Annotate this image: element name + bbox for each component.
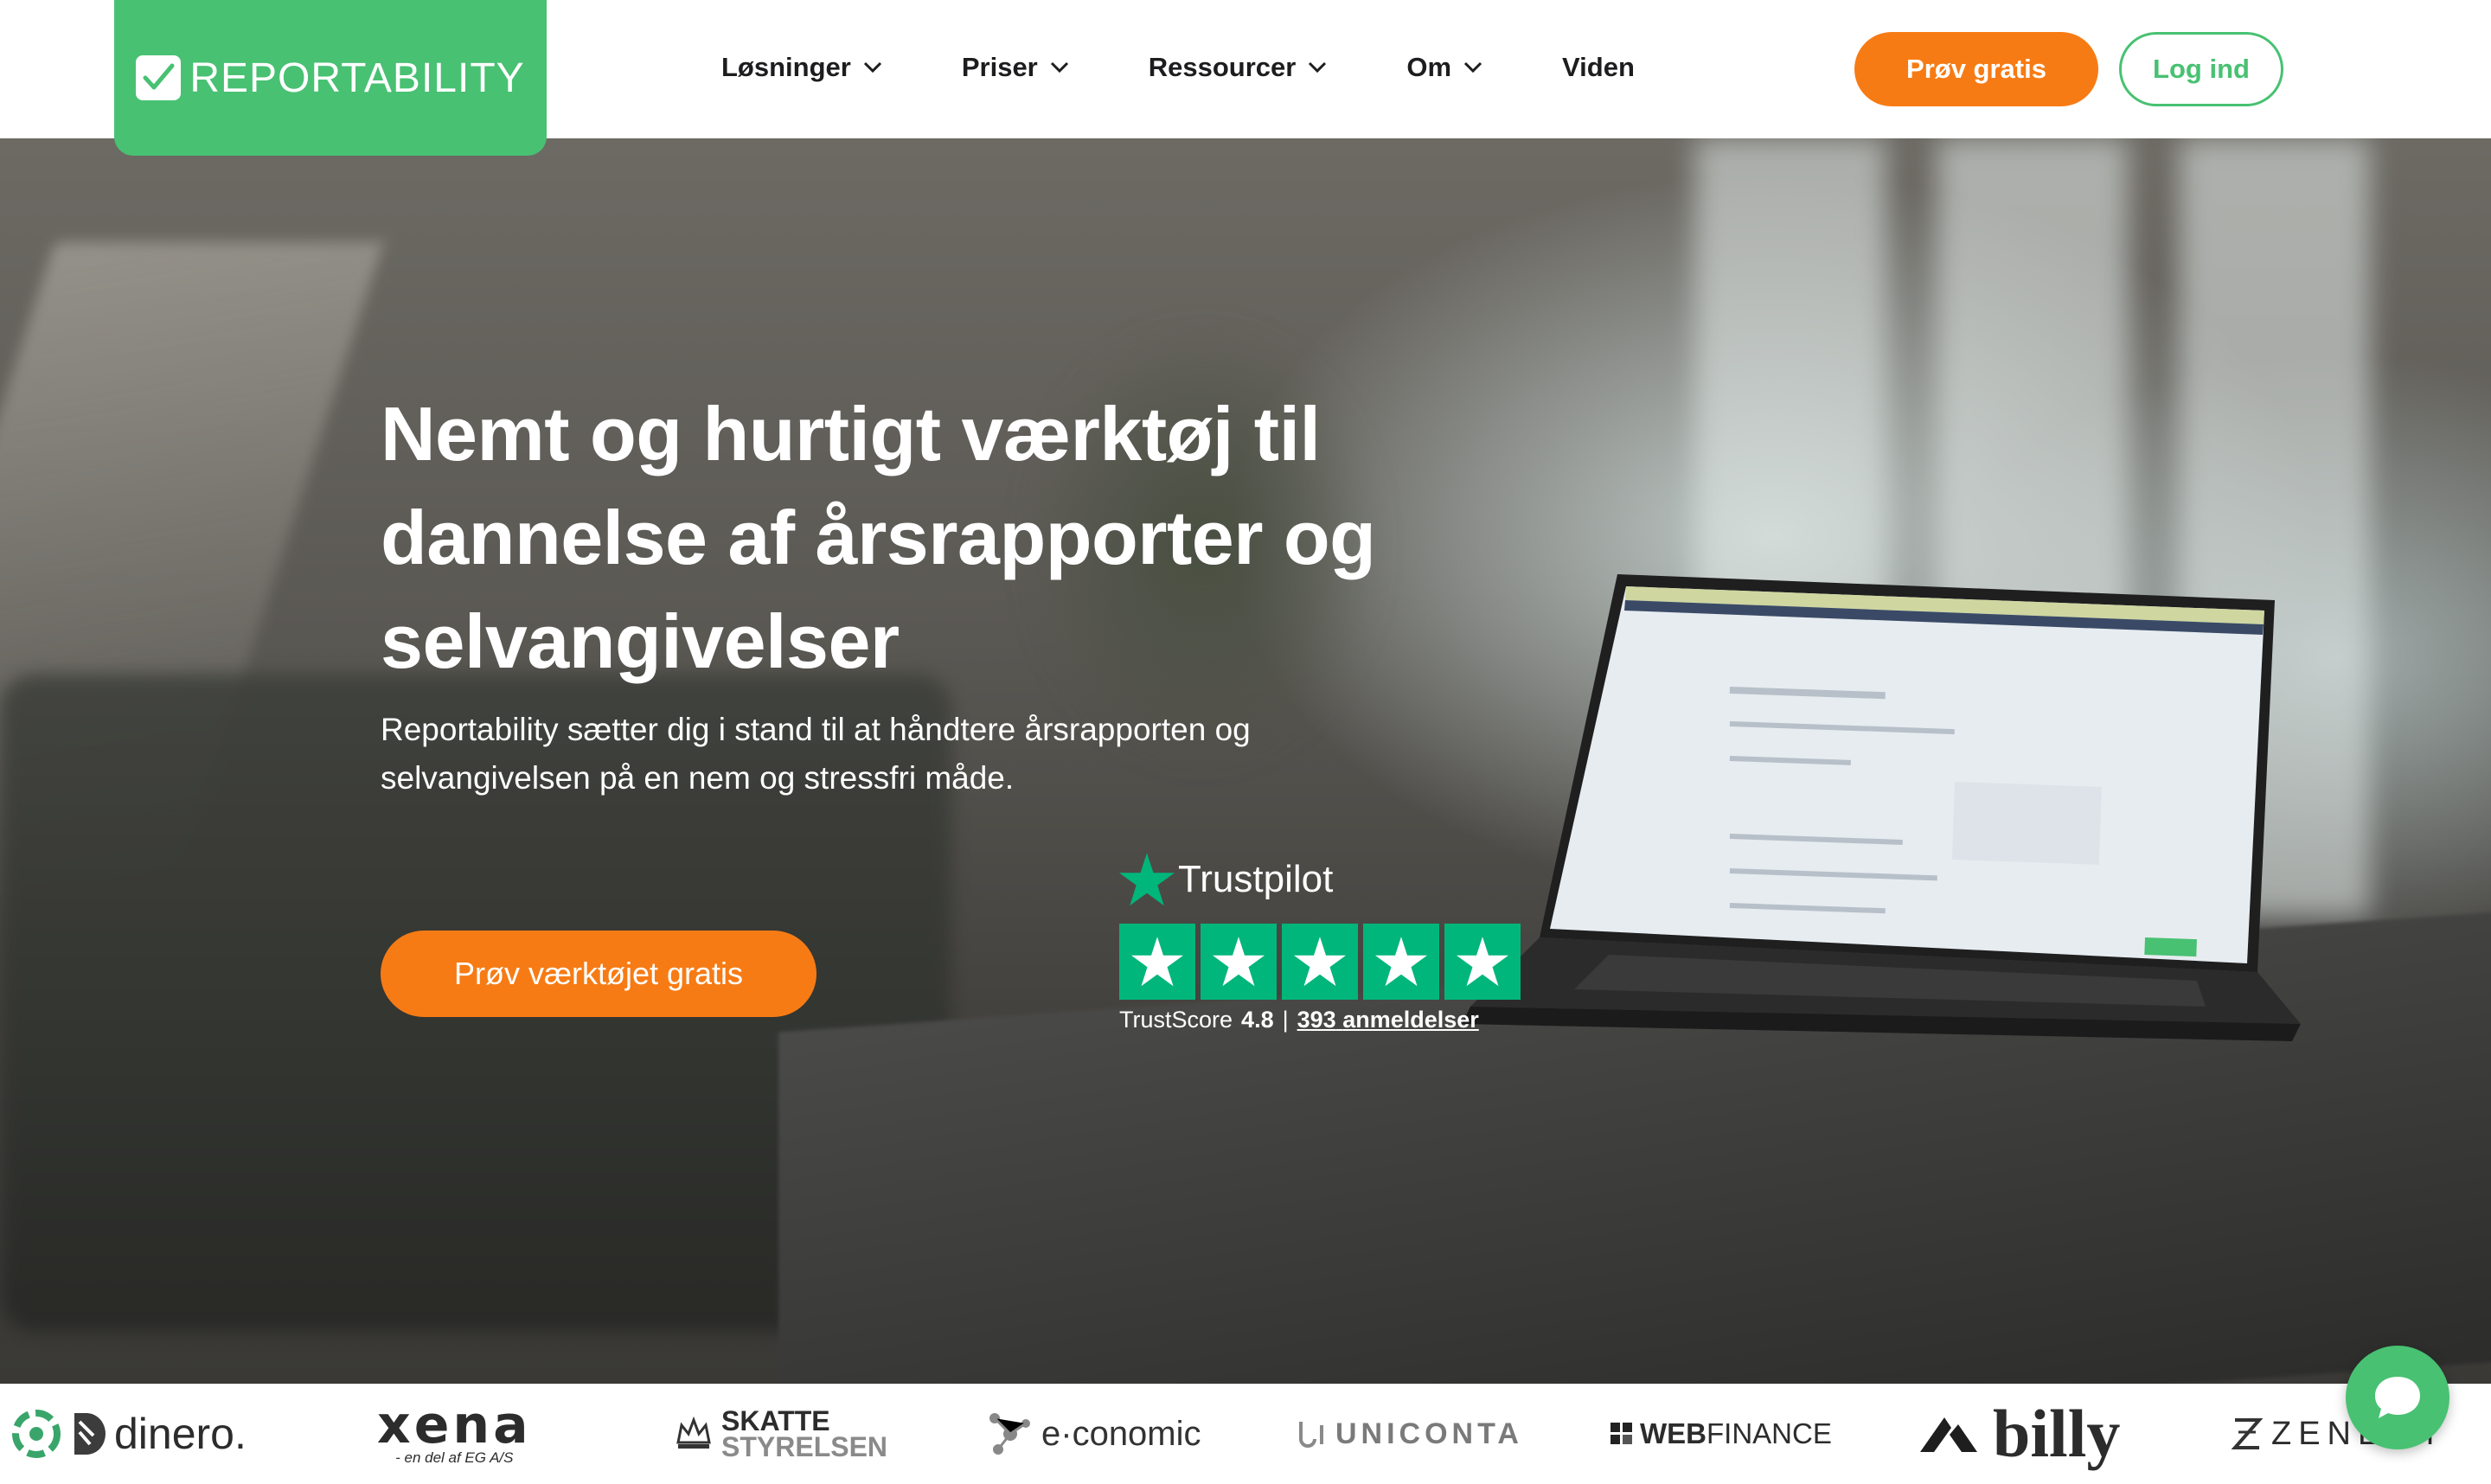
uniconta-icon [1299,1422,1323,1448]
nav-label: Priser [961,52,1038,82]
trustpilot-name: Trustpilot [1178,858,1334,900]
site-logo[interactable]: REPORTABILITY [114,0,547,156]
nav-item-losninger[interactable]: Løsninger [721,52,882,83]
partner-webfinance: WEBFINANCE [1611,1384,1832,1484]
trustscore-label: TrustScore [1119,1007,1233,1033]
review-link[interactable]: 393 anmeldelser [1297,1007,1479,1033]
economic-icon [989,1413,1030,1455]
chevron-down-icon [1309,61,1327,74]
economic-text: e·conomic [1041,1414,1201,1453]
webfinance-rest: FINANCE [1707,1417,1832,1449]
trustpilot-widget[interactable]: Trustpilot TrustScore 4.8 | 393 anmeldel… [1117,853,1524,1043]
xena-text: xena [377,1395,532,1455]
webfinance-icon [1611,1423,1632,1444]
webfinance-bold: WEB [1640,1417,1707,1449]
try-free-button[interactable]: Prøv gratis [1854,32,2098,106]
skat-line2: STYRELSEN [721,1431,888,1462]
review-count: 393 [1297,1007,1336,1033]
nav-label: Ressourcer [1148,52,1297,82]
skat-line1: SKATTE [721,1405,830,1436]
partner-billy: billy [1918,1384,2120,1484]
hero-title: Nemt og hurtigt værktøj til dannelse af … [381,391,1376,684]
trustpilot-brand: Trustpilot [1119,853,1333,906]
nav-item-om[interactable]: Om [1406,52,1482,83]
review-label: anmeldelser [1342,1007,1479,1033]
trustscore-value: 4.8 [1241,1007,1274,1033]
partner-logos: dinero. xena - en del af EG A/S SKATTE S… [0,1384,2491,1484]
dinero-icon [12,1410,61,1458]
star-icon [1363,924,1439,1000]
billy-text: billy [1993,1396,2121,1471]
login-button[interactable]: Log ind [2119,32,2283,106]
partner-economic: e·conomic [984,1384,1201,1484]
chevron-down-icon [1050,61,1068,74]
partner-dinero: dinero. [10,1384,247,1484]
zenegy-icon [2231,1418,2264,1449]
nav-item-priser[interactable]: Priser [962,52,1069,83]
partner-skattestyrelsen: SKATTE STYRELSEN [675,1384,887,1484]
chat-bubble-icon [2375,1377,2420,1418]
star-icon [1201,924,1277,1000]
crown-icon [676,1417,711,1449]
nav-label: Viden [1562,52,1635,82]
nav-label: Om [1406,52,1452,82]
star-icon [1282,924,1358,1000]
main-nav: Løsninger Priser Ressourcer Om Viden [721,43,1714,92]
logo-text: REPORTABILITY [189,54,525,101]
nav-item-ressourcer[interactable]: Ressourcer [1149,52,1328,83]
uniconta-text: UNICONTA [1335,1417,1523,1450]
separator: | [1282,1007,1289,1033]
partner-xena: xena - en del af EG A/S [377,1384,532,1484]
trustpilot-star-icon [1119,853,1175,906]
try-tool-free-button[interactable]: Prøv værktøjet gratis [381,931,816,1017]
dinero-text: dinero. [114,1410,247,1458]
star-icon [1119,924,1195,1000]
trustpilot-stars [1119,924,1521,1000]
checkmark-icon [136,55,182,100]
dinero-d-icon [74,1413,106,1455]
nav-item-viden[interactable]: Viden [1562,52,1635,83]
chevron-down-icon [863,61,881,74]
hero-subtitle: Reportability sætter dig i stand til at … [381,712,1251,796]
partner-uniconta: UNICONTA [1296,1384,1523,1484]
billy-icon [1920,1417,1977,1452]
site-header: REPORTABILITY Løsninger Priser Ressource… [0,0,2491,156]
chevron-down-icon [1463,61,1482,74]
chat-button[interactable] [2346,1346,2449,1449]
trustscore-line: TrustScore 4.8 | 393 anmeldelser [1119,1007,1479,1033]
xena-tagline: - en del af EG A/S [395,1449,514,1466]
nav-label: Løsninger [721,52,851,82]
star-icon [1444,924,1521,1000]
hero-section: Nemt og hurtigt værktøj til dannelse af … [0,138,2491,1384]
